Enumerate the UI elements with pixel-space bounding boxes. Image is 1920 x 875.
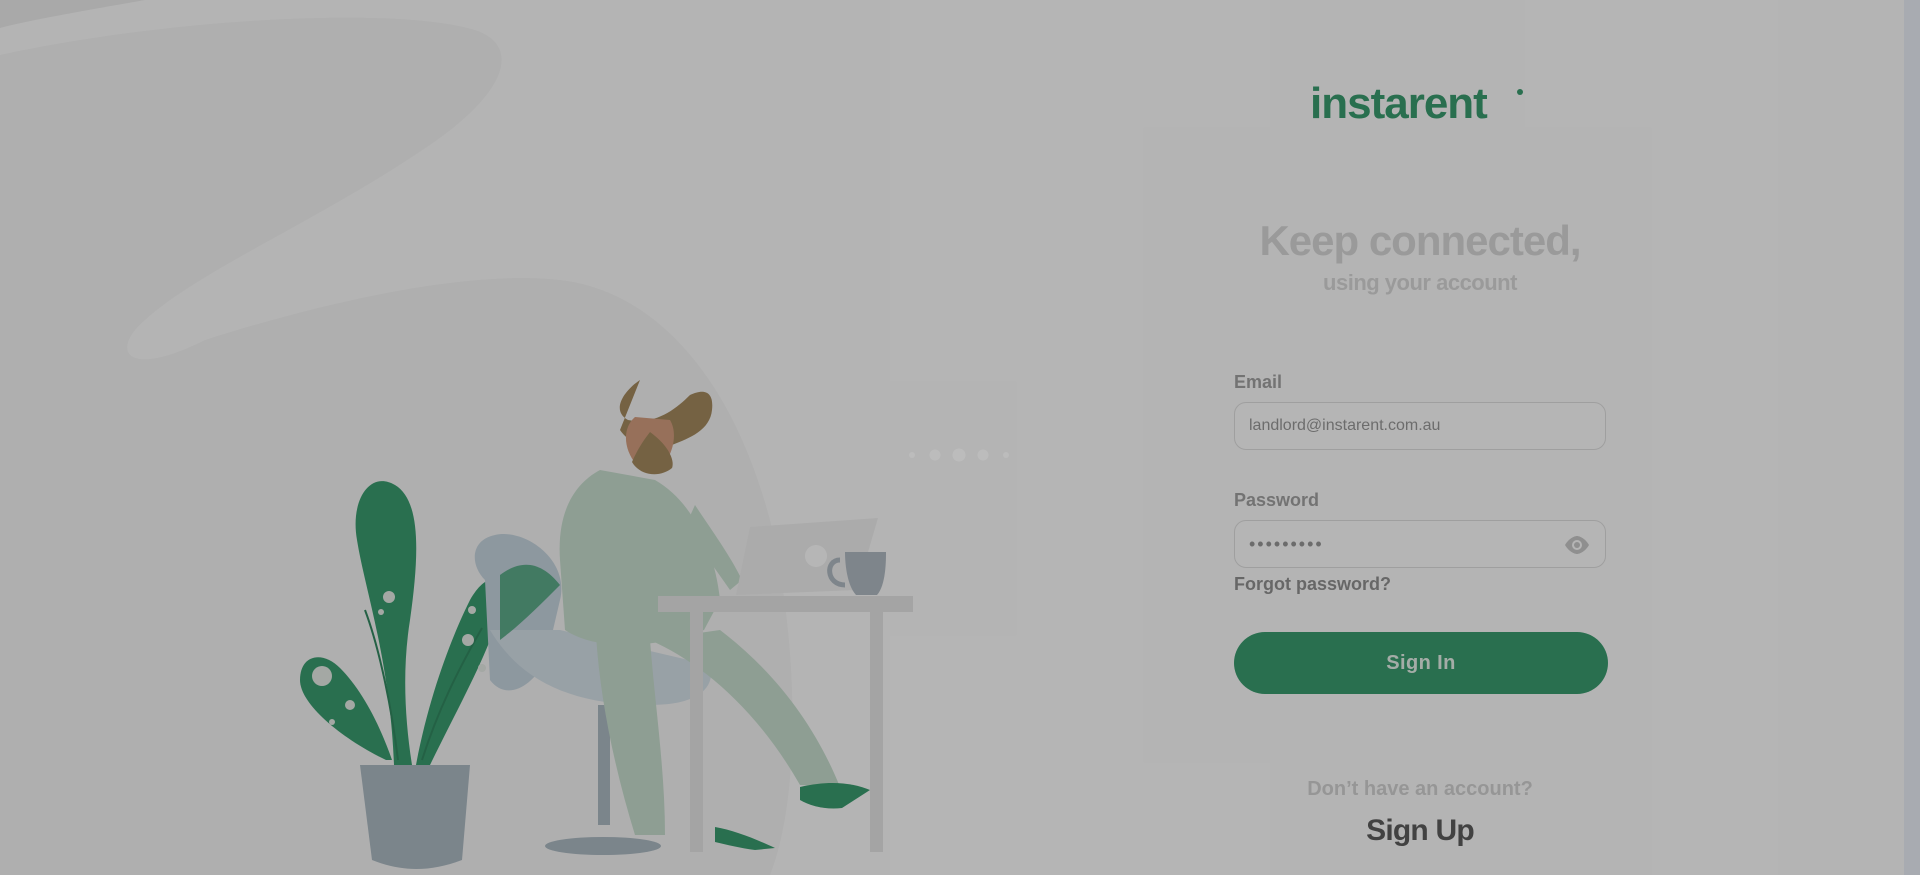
chair-base (545, 837, 661, 855)
person-shoe-right (800, 783, 870, 809)
background-corner (0, 0, 145, 28)
sign-up-link[interactable]: Sign Up (1180, 814, 1660, 848)
desk-leg-right (870, 612, 883, 852)
welcome-heading: Keep connected, using your account (1180, 220, 1660, 296)
email-label: Email (1234, 372, 1283, 392)
password-value: ••••••••• (1249, 533, 1324, 554)
illustration-panel (0, 0, 913, 875)
plant-pot (360, 765, 470, 869)
page-title: Keep connected, (1259, 217, 1581, 264)
page-subtitle: using your account (1323, 270, 1517, 295)
password-label: Password (1234, 490, 1320, 510)
window-edge (1904, 0, 1920, 875)
login-panel: instarent Keep connected, using your acc… (1180, 0, 1920, 875)
desk-leg-left (690, 612, 703, 852)
svg-text:instarent: instarent (1310, 79, 1488, 128)
eye-icon[interactable] (1563, 533, 1591, 557)
forgot-password-link[interactable]: Forgot password? (1234, 574, 1391, 595)
instarent-logo: instarent (1310, 79, 1523, 128)
email-value: landlord@instarent.com.au (1249, 417, 1441, 434)
laptop-logo (805, 545, 827, 567)
sign-in-button[interactable]: Sign In (1234, 632, 1608, 694)
login-page: instarent Keep connected, using your acc… (0, 0, 1920, 875)
loading-dots-icon (909, 448, 1009, 462)
desk-top (658, 596, 913, 612)
email-field[interactable]: landlord@instarent.com.au (1234, 402, 1606, 450)
password-field[interactable]: ••••••••• (1234, 520, 1606, 568)
no-account-text: Don’t have an account? (1307, 778, 1533, 800)
